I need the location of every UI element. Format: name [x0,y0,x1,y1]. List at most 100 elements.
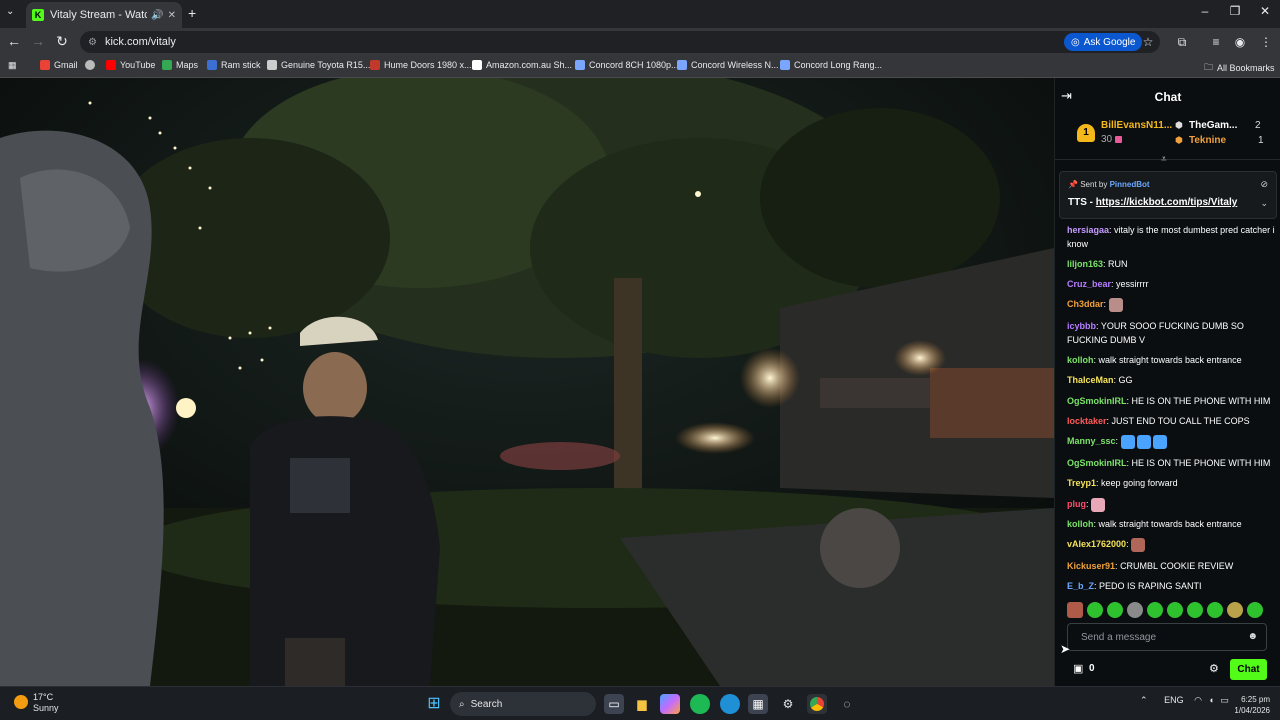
bookmark-toyota[interactable]: Genuine Toyota R15... [267,60,370,70]
emote-icon[interactable] [1147,602,1163,618]
chat-username[interactable]: plug [1067,499,1086,509]
store-icon[interactable]: ▦ [748,694,768,714]
leader-third-name[interactable]: Teknine [1189,135,1226,146]
bookmark-star-icon[interactable]: ☆ [1140,35,1156,49]
minimize-icon[interactable]: – [1190,4,1220,18]
chat-username[interactable]: vAlex1762000 [1067,539,1126,549]
tab-search-icon[interactable]: ⌄ [6,6,14,17]
send-chat-button[interactable]: Chat [1230,659,1267,680]
spotify-icon[interactable] [690,694,710,714]
chat-emote-icon[interactable] [1131,537,1146,552]
emote-icon[interactable] [1207,602,1223,618]
maps-icon [162,60,172,70]
site-info-icon[interactable]: ⚙ [88,37,97,48]
bookmark-hume-doors[interactable]: Hume Doors 1980 x... [370,60,472,70]
emote-icon[interactable] [1187,602,1203,618]
tray-chevron-icon[interactable]: ⌃ [1140,695,1148,705]
chat-username[interactable]: OgSmokinIRL [1067,458,1127,468]
chat-username[interactable]: locktaker [1067,416,1107,426]
unpin-icon[interactable]: ⊘ [1260,179,1268,190]
language-indicator[interactable]: ENG [1164,695,1184,705]
chat-username[interactable]: E_b_Z [1067,581,1094,591]
bookmark-maps[interactable]: Maps [162,60,198,70]
emote-icon[interactable] [1107,602,1123,618]
address-bar[interactable]: ⚙ kick.com/vitaly [80,31,1160,53]
speaker-icon[interactable]: 🔊 [151,10,163,21]
emote-icon[interactable] [1127,602,1143,618]
bookmark-concord-wireless[interactable]: Concord Wireless N... [677,60,779,70]
reading-list-icon[interactable]: ≡ [1208,35,1224,49]
chat-username[interactable]: liljon163 [1067,259,1103,269]
leader-first-name[interactable]: BillEvansN11... [1101,120,1172,131]
chat-settings-icon[interactable]: ⚙ [1209,662,1219,675]
settings-icon[interactable]: ⚙ [778,694,798,714]
apps-grid-icon[interactable]: ▦ [8,60,17,71]
chat-panel: ⇥ Chat 1 BillEvansN11... 30 ⬢ TheGam... … [1054,78,1280,686]
url-text: kick.com/vitaly [104,36,176,48]
bookmark-gmail[interactable]: Gmail [40,60,78,70]
forward-icon[interactable]: → [28,33,48,49]
chat-username[interactable]: Kickuser91 [1067,561,1115,571]
chrome-icon[interactable] [807,694,827,714]
windows-start-icon[interactable]: ⊞ [424,694,444,714]
emoji-picker-icon[interactable]: ☻ [1247,631,1258,642]
close-window-icon[interactable]: ✕ [1250,4,1280,18]
channel-points-icon[interactable]: ▣ [1073,662,1083,675]
chevron-down-icon[interactable]: ⌄ [1260,198,1268,209]
ask-google-button[interactable]: ◎ Ask Google [1064,33,1143,51]
task-view-icon[interactable]: ▭ [604,694,624,714]
bookmark-amazon[interactable]: Amazon.com.au Sh... [472,60,572,70]
chat-username[interactable]: kolloh [1067,519,1094,529]
app-icon[interactable]: ◌ [837,694,857,714]
weather-sun-icon[interactable] [14,695,28,709]
bookmark-concord-long-range[interactable]: Concord Long Rang... [780,60,882,70]
chat-username[interactable]: icybbb [1067,321,1096,331]
menu-kebab-icon[interactable]: ⋮ [1258,35,1274,49]
reload-icon[interactable]: ↻ [52,33,72,50]
chat-message-input[interactable]: Send a message ☻ [1067,623,1267,651]
all-bookmarks-button[interactable]: 🗀 All Bookmarks [1204,60,1275,76]
pinned-message[interactable]: 📌 Sent by PinnedBot ⊘ TTS - https://kick… [1059,171,1277,219]
chat-emote-icon[interactable] [1136,434,1151,449]
pinned-link[interactable]: https://kickbot.com/tips/Vitaly [1096,197,1238,208]
restore-icon[interactable]: ❐ [1220,4,1250,18]
edge-icon[interactable] [720,694,740,714]
chat-username[interactable]: ThaIceMan [1067,375,1114,385]
bookmark-ram-stick[interactable]: Ram stick [207,60,261,70]
emote-icon[interactable] [1247,602,1263,618]
chat-username[interactable]: kolloh [1067,355,1094,365]
back-icon[interactable]: ← [4,33,24,49]
file-explorer-icon[interactable]: ▆ [632,694,652,714]
profile-avatar-icon[interactable]: ◉ [1232,35,1248,49]
taskbar-search[interactable]: ⌕ Search [450,692,596,716]
chat-username[interactable]: Ch3ddar [1067,299,1104,309]
bookmark-youtube[interactable]: YouTube [106,60,155,70]
chat-username[interactable]: Treyp1 [1067,478,1096,488]
extensions-icon[interactable]: ⧉ [1174,35,1190,50]
emote-icon[interactable] [1067,602,1083,618]
close-tab-icon[interactable]: ✕ [168,10,176,21]
bookmark-globe[interactable] [85,60,95,70]
copilot-icon[interactable] [660,694,680,714]
taskbar-clock[interactable]: 6:25 pm 1/04/2026 [1226,694,1270,716]
chat-emote-icon[interactable] [1108,297,1123,312]
tab-active[interactable]: K Vitaly Stream - Watch Live ... 🔊 ✕ [26,2,182,28]
new-tab-icon[interactable]: + [188,5,196,21]
wifi-icon[interactable]: ◠ [1194,695,1202,705]
expand-pinned-icon[interactable]: ⩡ [1161,154,1167,165]
emote-icon[interactable] [1087,602,1103,618]
chat-username[interactable]: OgSmokinIRL [1067,396,1127,406]
leader-second-name[interactable]: TheGam... [1189,120,1237,131]
weather-widget[interactable]: 17°C Sunny [33,692,59,714]
chat-emote-icon[interactable] [1152,434,1167,449]
chat-username[interactable]: Manny_ssc [1067,436,1116,446]
volume-icon[interactable]: ◖ [1208,695,1213,705]
chat-username[interactable]: Cruz_bear [1067,279,1111,289]
bookmark-concord-8ch[interactable]: Concord 8CH 1080p... [575,60,679,70]
chat-emote-icon[interactable] [1120,434,1135,449]
video-player[interactable] [0,78,1054,686]
chat-username[interactable]: hersiagaa [1067,225,1109,235]
emote-icon[interactable] [1227,602,1243,618]
emote-icon[interactable] [1167,602,1183,618]
chat-emote-icon[interactable] [1091,497,1106,512]
